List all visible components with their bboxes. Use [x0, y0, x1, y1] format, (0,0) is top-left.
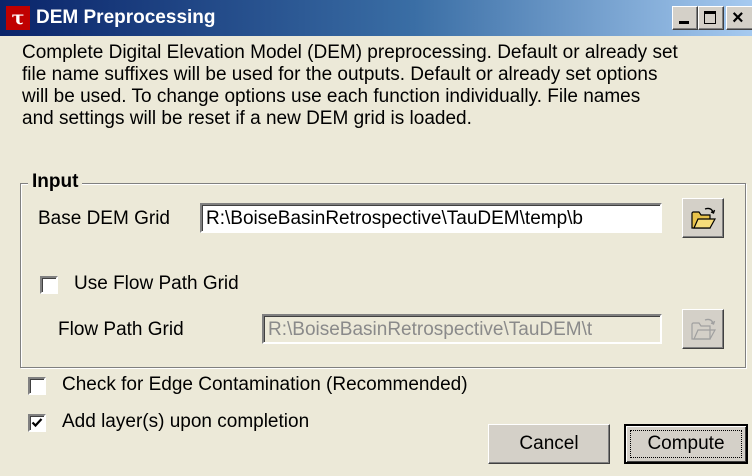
- flow-path-label: Flow Path Grid: [58, 319, 184, 340]
- checkmark-icon: [31, 418, 43, 428]
- base-dem-browse-button[interactable]: [682, 198, 724, 238]
- taudem-app-icon: τ: [6, 6, 30, 30]
- flow-path-browse-button[interactable]: [682, 309, 724, 349]
- use-flow-path-label: Use Flow Path Grid: [74, 273, 239, 294]
- input-group-label: Input: [28, 171, 83, 193]
- cancel-button[interactable]: Cancel: [488, 424, 610, 464]
- minimize-button[interactable]: [672, 6, 698, 30]
- use-flow-path-checkbox[interactable]: [40, 276, 58, 294]
- description-text: Complete Digital Elevation Model (DEM) p…: [22, 42, 678, 129]
- add-layers-checkbox[interactable]: [28, 414, 46, 432]
- close-icon: ×: [732, 7, 744, 29]
- folder-open-disabled-icon: [691, 318, 716, 340]
- minimize-icon: [679, 21, 689, 24]
- close-button[interactable]: ×: [726, 6, 752, 30]
- base-dem-input[interactable]: R:\BoiseBasinRetrospective\TauDEM\temp\b: [200, 203, 662, 233]
- focus-rectangle: [630, 430, 742, 458]
- edge-contamination-label: Check for Edge Contamination (Recommende…: [62, 374, 468, 395]
- maximize-button[interactable]: [698, 6, 724, 30]
- compute-button[interactable]: Compute: [624, 424, 748, 464]
- dem-preprocessing-window: τ DEM Preprocessing × Complete Digital E…: [0, 0, 752, 476]
- title-bar[interactable]: τ DEM Preprocessing ×: [0, 0, 752, 36]
- maximize-icon: [704, 11, 716, 24]
- edge-contamination-checkbox[interactable]: [28, 377, 46, 395]
- add-layers-label: Add layer(s) upon completion: [62, 411, 310, 432]
- window-title: DEM Preprocessing: [36, 7, 216, 28]
- folder-open-icon: [691, 207, 716, 229]
- flow-path-input[interactable]: R:\BoiseBasinRetrospective\TauDEM\t: [262, 314, 662, 344]
- base-dem-label: Base DEM Grid: [38, 208, 170, 229]
